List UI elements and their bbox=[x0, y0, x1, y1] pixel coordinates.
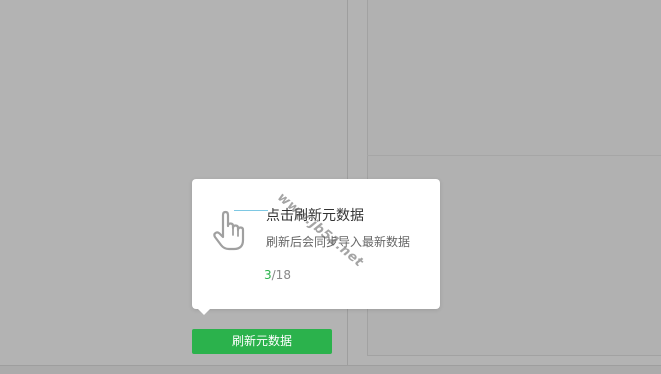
hand-pointer-icon bbox=[212, 209, 246, 253]
refresh-metadata-button[interactable]: 刷新元数据 bbox=[192, 329, 332, 354]
tooltip-arrow bbox=[198, 309, 210, 315]
step-total: /18 bbox=[271, 268, 291, 282]
divider-horizontal bbox=[367, 155, 661, 156]
bottom-bar bbox=[0, 365, 661, 374]
guide-step-counter: 3/18 bbox=[264, 268, 291, 282]
guide-tooltip: 点击刷新元数据 刷新后会同步导入最新数据 3/18 bbox=[192, 179, 440, 315]
step-current: 3 bbox=[264, 268, 272, 282]
